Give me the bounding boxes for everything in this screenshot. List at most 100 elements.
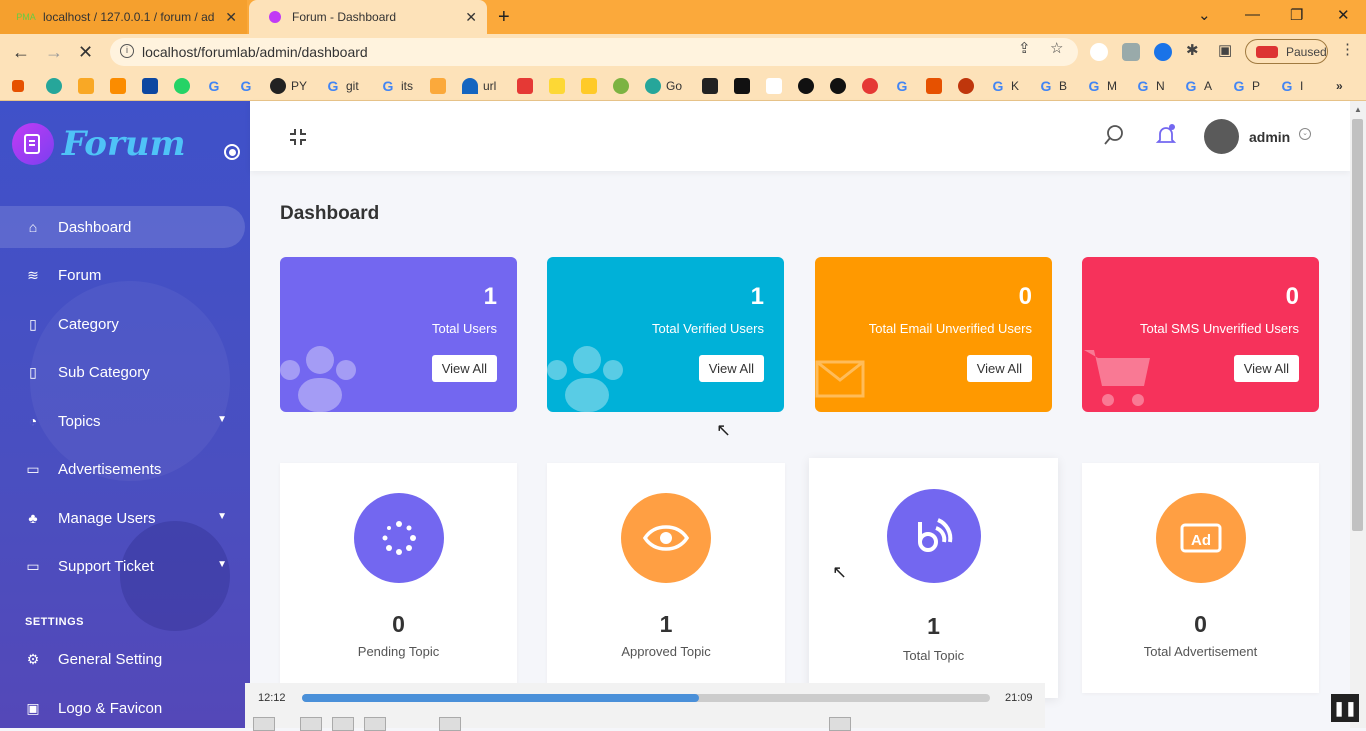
bookmark-item[interactable]: GN [1135, 77, 1165, 95]
sidebar-item-advertisements[interactable]: ▭ Advertisements [0, 448, 245, 490]
bookmark-item[interactable] [798, 77, 814, 95]
next-icon[interactable] [364, 717, 386, 731]
sidebar-item-manage-users[interactable]: ♣ Manage Users ▼ [0, 497, 245, 539]
minimize-button[interactable]: — [1245, 6, 1260, 23]
bookmark-item[interactable]: GI [1279, 77, 1304, 95]
stop-icon[interactable] [332, 717, 354, 731]
bookmark-item[interactable] [142, 77, 158, 95]
extension-icon[interactable] [1122, 43, 1140, 61]
page-scrollbar[interactable]: ▲ [1350, 101, 1366, 728]
share-icon[interactable]: ⇪ [1018, 39, 1031, 57]
bookmark-item[interactable] [78, 77, 94, 95]
brand-logo[interactable]: Forum [12, 123, 186, 165]
extension-icon[interactable] [1154, 43, 1172, 61]
sidebar-item-category[interactable]: ▯ Category [0, 303, 245, 345]
sidebar-toggle-icon[interactable] [224, 144, 240, 160]
bookmark-item[interactable] [174, 77, 190, 95]
avatar[interactable] [1204, 119, 1239, 154]
sidebar-item-logo-favicon[interactable]: ▣ Logo & Favicon [0, 687, 245, 728]
tab-phpmyadmin[interactable]: PMA localhost / 127.0.0.1 / forum / ad ✕ [0, 0, 247, 34]
card-label: Total Advertisement [1143, 644, 1258, 659]
sidebar-item-general-setting[interactable]: ⚙ General Setting [0, 638, 245, 680]
bookmark-item[interactable] [110, 77, 126, 95]
search-icon[interactable] [1102, 123, 1126, 152]
tab-forum-dashboard[interactable]: Forum - Dashboard ✕ [249, 0, 487, 34]
bookmark-item[interactable] [613, 77, 629, 95]
video-player-controls: 12:12 21:09 [245, 683, 1045, 731]
bookmark-item[interactable] [430, 77, 446, 95]
view-all-button[interactable]: View All [698, 355, 764, 382]
video-progress-bar[interactable] [302, 694, 990, 702]
bookmark-item[interactable] [734, 77, 750, 95]
bookmark-item[interactable] [12, 77, 24, 95]
sidepanel-icon[interactable]: ▣ [1218, 41, 1232, 59]
bookmark-item[interactable] [517, 77, 533, 95]
bookmark-item[interactable] [702, 77, 718, 95]
bookmark-item[interactable] [830, 77, 846, 95]
close-tab-icon[interactable]: ✕ [225, 9, 237, 26]
extensions-puzzle-icon[interactable]: ✱ [1186, 41, 1199, 59]
back-icon[interactable]: ← [12, 42, 30, 63]
sidebar-item-forum[interactable]: ≋ Forum [0, 254, 245, 296]
view-all-button[interactable]: View All [1233, 355, 1299, 382]
scroll-up-icon[interactable]: ▲ [1354, 105, 1362, 114]
menu-kebab-icon[interactable]: ⋮ [1340, 40, 1355, 58]
view-all-button[interactable]: View All [431, 355, 497, 382]
bookmark-item[interactable] [549, 77, 565, 95]
bookmark-item[interactable]: G [894, 77, 910, 95]
bookmarks-overflow-icon[interactable]: » [1336, 77, 1343, 95]
bookmark-item[interactable] [926, 77, 942, 95]
previous-icon[interactable] [300, 717, 322, 731]
bookmark-item[interactable]: GK [990, 77, 1019, 95]
user-name[interactable]: admin [1249, 129, 1290, 145]
card-pending-topic[interactable]: 0 Pending Topic [280, 463, 517, 693]
bookmark-item[interactable]: GA [1183, 77, 1212, 95]
address-bar[interactable]: i localhost/forumlab/admin/dashboard [110, 38, 1078, 66]
close-window-button[interactable]: ✕ [1337, 6, 1350, 24]
card-approved-topic[interactable]: 1 Approved Topic [547, 463, 785, 693]
bookmark-item[interactable]: url [462, 77, 496, 95]
bookmark-item[interactable]: GM [1086, 77, 1117, 95]
close-tab-icon[interactable]: ✕ [465, 9, 477, 26]
bookmark-item[interactable] [862, 77, 878, 95]
bookmark-item[interactable]: Gits [380, 77, 413, 95]
bookmark-item[interactable]: G [238, 77, 254, 95]
bookmark-item[interactable]: Ggit [325, 77, 359, 95]
reload-icon[interactable]: ✕ [78, 42, 93, 63]
sidebar-item-support-ticket[interactable]: ▭ Support Ticket ▼ [0, 545, 245, 587]
fullscreen-compress-icon[interactable] [288, 127, 308, 153]
profile-paused-button[interactable]: Paused [1245, 39, 1328, 64]
scrollbar-thumb[interactable] [1352, 119, 1363, 531]
new-tab-button[interactable]: + [498, 6, 510, 29]
bookmark-star-icon[interactable]: ☆ [1050, 39, 1063, 57]
bookmark-item[interactable]: G [206, 77, 222, 95]
restore-button[interactable]: ❐ [1290, 6, 1303, 24]
bookmark-item[interactable]: Go [645, 77, 682, 95]
stat-label: Total Email Unverified Users [868, 321, 1032, 336]
chevron-down-icon[interactable]: ⌄ [1299, 128, 1311, 140]
card-total-advertisement[interactable]: Ad 0 Total Advertisement [1082, 463, 1319, 693]
view-all-button[interactable]: View All [966, 355, 1032, 382]
bookmark-item[interactable] [958, 77, 974, 95]
site-info-icon[interactable]: i [120, 44, 134, 58]
notification-bell-icon[interactable] [1154, 123, 1178, 152]
sidebar-item-dashboard[interactable]: ⌂ Dashboard [0, 206, 245, 248]
card-value: 0 [1194, 611, 1207, 637]
bookmark-item[interactable] [581, 77, 597, 95]
bookmark-item[interactable] [766, 77, 782, 95]
fullscreen-icon[interactable] [829, 717, 851, 731]
pause-button[interactable]: ❚❚ [1331, 694, 1359, 722]
tab-title: Forum - Dashboard [292, 10, 397, 24]
tab-search-icon[interactable]: ⌄ [1198, 6, 1211, 24]
panda-extension-icon[interactable] [1090, 43, 1108, 61]
sidebar-item-sub-category[interactable]: ▯ Sub Category [0, 351, 245, 393]
bookmark-item[interactable]: GP [1231, 77, 1260, 95]
sidebar-item-topics[interactable]: ◔ Topics ▼ [0, 400, 245, 442]
bookmark-item[interactable] [46, 77, 62, 95]
bookmark-item[interactable]: GB [1038, 77, 1067, 95]
top-navbar: admin ⌄ [250, 101, 1350, 171]
bookmark-item[interactable]: PY [270, 77, 307, 95]
settings-icon[interactable] [439, 717, 461, 731]
forward-icon[interactable]: → [45, 42, 63, 63]
play-pause-icon[interactable] [253, 717, 275, 731]
